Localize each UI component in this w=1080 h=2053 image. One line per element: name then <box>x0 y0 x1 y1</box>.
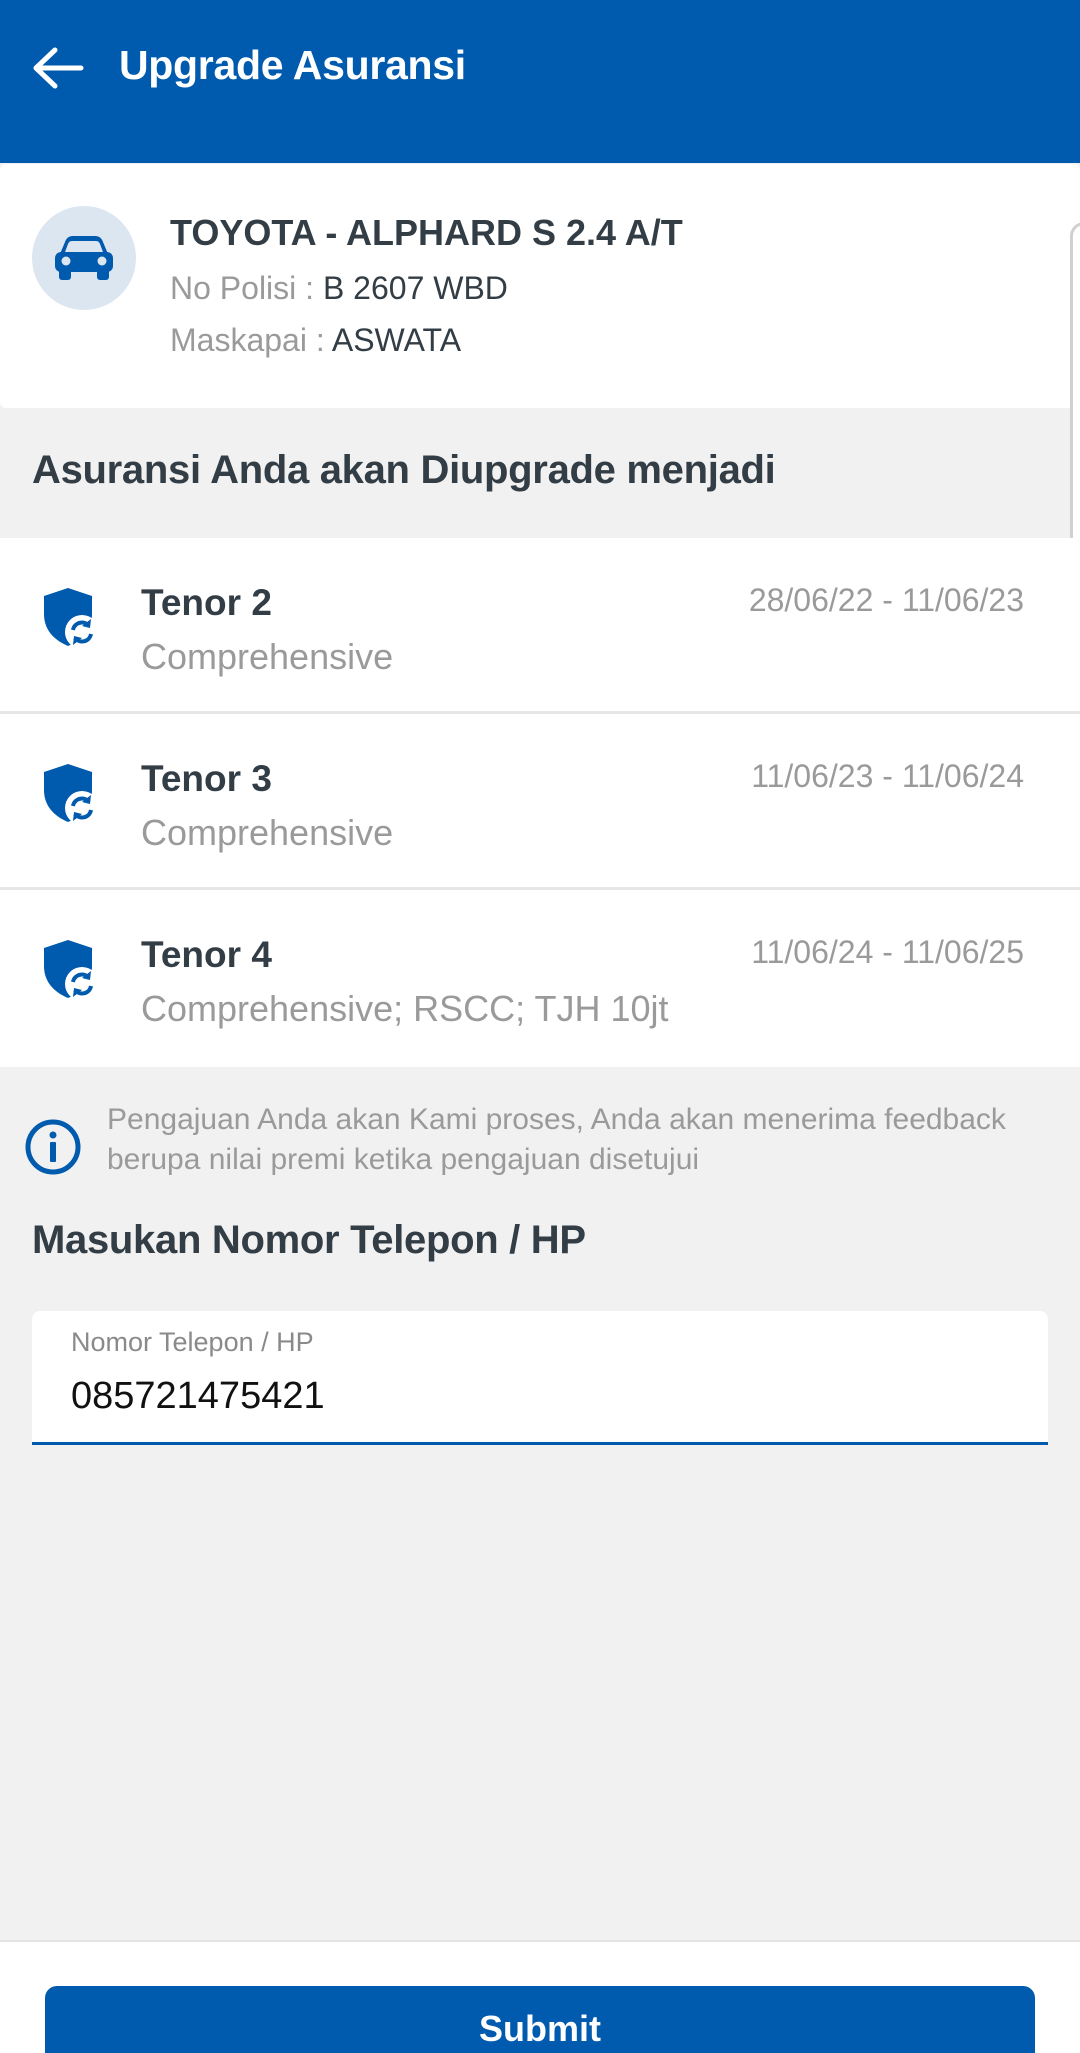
tenor-coverage: Comprehensive <box>141 636 394 677</box>
shield-refresh-icon <box>44 588 99 649</box>
vehicle-name: TOYOTA - ALPHARD S 2.4 A/T <box>170 212 683 253</box>
upgrade-section-title: Asuransi Anda akan Diupgrade menjadi <box>32 448 776 492</box>
tenor-item: Tenor 2 Comprehensive 28/06/22 - 11/06/2… <box>0 538 1080 714</box>
vehicle-card: TOYOTA - ALPHARD S 2.4 A/T No Polisi : B… <box>0 164 1080 408</box>
police-number-value: B 2607 WBD <box>322 270 508 306</box>
tenor-item: Tenor 4 Comprehensive; RSCC; TJH 10jt 11… <box>0 890 1080 1067</box>
police-number: No Polisi : B 2607 WBD <box>170 270 508 307</box>
tenor-name: Tenor 3 <box>141 758 272 799</box>
shield-refresh-icon <box>44 764 99 825</box>
tenor-name: Tenor 4 <box>141 934 272 975</box>
shield-refresh-icon <box>44 940 99 1001</box>
insurer: Maskapai : ASWATA <box>170 322 461 359</box>
app-bar: Upgrade Asuransi <box>0 0 1080 163</box>
car-avatar <box>32 206 136 310</box>
insurer-value: ASWATA <box>331 322 462 358</box>
arrow-left-icon <box>33 47 84 89</box>
phone-field-label: Nomor Telepon / HP <box>71 1327 314 1357</box>
page-title: Upgrade Asuransi <box>119 42 466 88</box>
phone-field[interactable]: Nomor Telepon / HP <box>32 1311 1048 1445</box>
tenor-coverage: Comprehensive; RSCC; TJH 10jt <box>141 988 669 1029</box>
car-icon <box>55 236 113 280</box>
tenor-name: Tenor 2 <box>141 582 272 623</box>
submit-button[interactable]: Submit <box>45 1986 1035 2053</box>
bottom-bar: Submit <box>0 1940 1080 2053</box>
scroll-handle[interactable] <box>1070 222 1080 562</box>
tenor-list: Tenor 2 Comprehensive 28/06/22 - 11/06/2… <box>0 538 1080 1067</box>
insurer-label: Maskapai : <box>170 322 332 358</box>
tenor-period: 11/06/24 - 11/06/25 <box>751 934 1024 970</box>
tenor-coverage: Comprehensive <box>141 812 394 853</box>
tenor-item: Tenor 3 Comprehensive 11/06/23 - 11/06/2… <box>0 714 1080 890</box>
info-text: Pengajuan Anda akan Kami proses, Anda ak… <box>107 1103 1006 1176</box>
phone-heading: Masukan Nomor Telepon / HP <box>32 1218 586 1262</box>
tenor-period: 11/06/23 - 11/06/24 <box>751 758 1024 794</box>
tenor-period: 28/06/22 - 11/06/23 <box>748 582 1024 618</box>
submit-button-label: Submit <box>479 2008 601 2049</box>
police-number-label: No Polisi : <box>170 270 323 306</box>
info-icon <box>25 1119 81 1175</box>
phone-input[interactable] <box>71 1371 1011 1421</box>
back-button[interactable] <box>26 38 90 98</box>
